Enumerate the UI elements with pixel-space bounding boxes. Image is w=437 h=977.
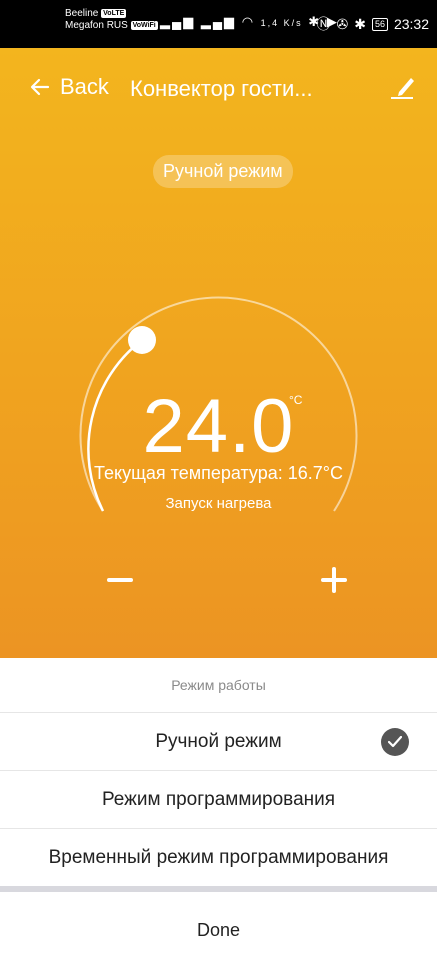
mode-option-programming[interactable]: Режим программирования <box>0 770 437 829</box>
carrier-info: Beeline VoLTE Megafon RUS VoWiFi <box>65 8 158 32</box>
carrier-2: Megafon RUS <box>65 20 128 31</box>
option-label: Режим программирования <box>101 789 336 810</box>
status-bar: Beeline VoLTE Megafon RUS VoWiFi ▂▄▆ ▂▄▆… <box>0 0 437 48</box>
option-label: Ручной режим <box>155 731 282 752</box>
carrier-1: Beeline <box>65 8 99 19</box>
nfc-icon: Ⓝ <box>316 16 331 32</box>
mode-option-manual[interactable]: Ручной режим <box>0 712 437 771</box>
current-temperature: Текущая температура: 16.7°C <box>94 463 343 483</box>
option-label: Временный режим программирования <box>48 847 389 868</box>
signal-icon-2: ▂▄▆ <box>200 14 237 29</box>
sheet-title: Режим работы <box>171 677 266 693</box>
mode-sheet: Режим работы Ручной режим Режим программ… <box>0 658 437 977</box>
vowifi-badge: VoWiFi <box>130 20 158 30</box>
check-icon <box>381 728 409 756</box>
temperature-dial[interactable] <box>0 48 437 658</box>
dial-knob[interactable] <box>128 326 156 354</box>
heating-status: Запуск нагрева <box>165 495 272 512</box>
volte-badge: VoLTE <box>101 8 127 18</box>
bluetooth-icon: ✱ <box>354 15 366 32</box>
wifi-icon: ◠ <box>241 14 256 29</box>
divider <box>0 886 437 892</box>
done-button[interactable]: Done <box>0 894 437 966</box>
battery-icon: 56 <box>371 17 388 31</box>
signal-icon: ▂▄▆ <box>160 14 196 29</box>
vibrate-icon: ✇ <box>336 15 349 32</box>
status-right: Ⓝ ✇ ✱ 56 23:32 <box>316 14 429 34</box>
screen: Beeline VoLTE Megafon RUS VoWiFi ▂▄▆ ▂▄▆… <box>0 0 437 977</box>
status-icons: ▂▄▆ ▂▄▆ ◠ 1,4 K/s ✱ ▶ <box>160 14 339 30</box>
set-temperature: 24.0 <box>142 384 295 469</box>
thermostat-panel: Back Конвектор гости... Ручной режим 24.… <box>0 48 437 658</box>
decrease-button[interactable] <box>107 578 133 582</box>
mode-option-temporary-programming[interactable]: Временный режим программирования <box>0 828 437 887</box>
increase-button[interactable] <box>321 567 347 593</box>
network-speed: 1,4 K/s <box>260 18 303 28</box>
temperature-unit: °C <box>289 393 303 407</box>
clock: 23:32 <box>393 16 429 32</box>
